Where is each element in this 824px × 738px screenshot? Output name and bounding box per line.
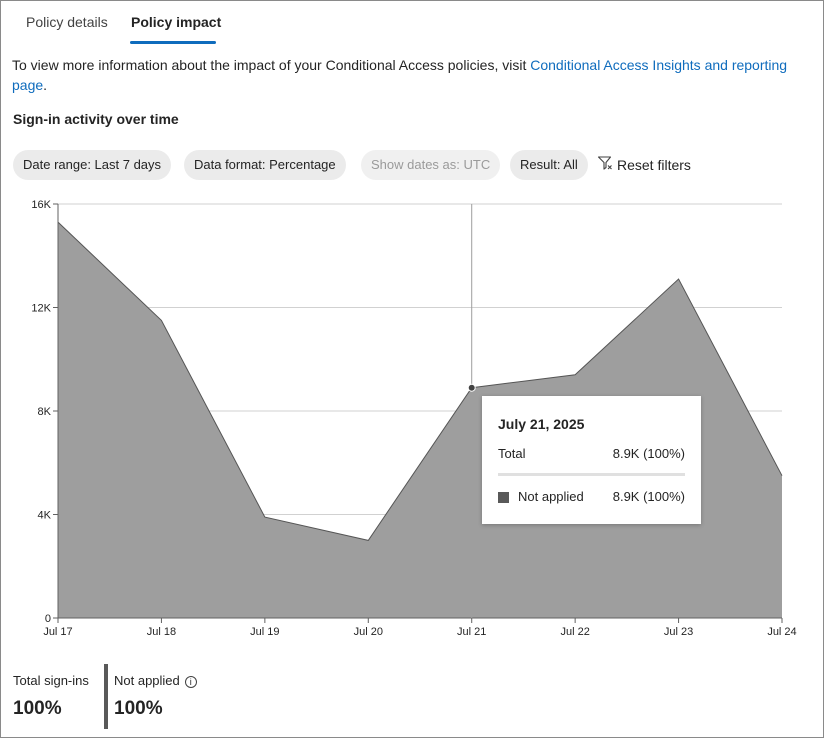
x-tick-label: Jul 21 — [457, 626, 486, 638]
tab-policy-impact[interactable]: Policy impact — [131, 14, 221, 30]
tooltip-date: July 21, 2025 — [498, 416, 585, 432]
x-tick-label: Jul 18 — [147, 626, 176, 638]
not-applied-summary: Not applied i — [114, 673, 197, 688]
x-tick-label: Jul 23 — [664, 626, 693, 638]
y-tick-label: 12K — [31, 303, 51, 315]
x-tick-label: Jul 20 — [354, 626, 383, 638]
info-text-suffix: . — [43, 77, 48, 93]
tooltip-total-value: 8.9K (100%) — [612, 446, 685, 461]
x-tick-label: Jul 19 — [250, 626, 279, 638]
chart-tooltip: July 21, 2025 Total 8.9K (100%) Not appl… — [482, 396, 701, 524]
x-tick-label: Jul 24 — [767, 626, 796, 638]
tab-bar: Policy details Policy impact — [0, 0, 824, 46]
result-filter[interactable]: Result: All — [510, 150, 588, 180]
show-dates-filter: Show dates as: UTC — [361, 150, 501, 180]
tooltip-total-row: Total 8.9K (100%) — [498, 446, 685, 461]
x-tick-label: Jul 17 — [43, 626, 72, 638]
y-tick-label: 4K — [38, 510, 52, 522]
y-tick-label: 0 — [45, 613, 51, 625]
data-format-filter[interactable]: Data format: Percentage — [184, 150, 346, 180]
info-text-body: To view more information about the impac… — [12, 57, 531, 73]
tooltip-series-row: Not applied 8.9K (100%) — [498, 489, 685, 504]
not-applied-label: Not applied — [114, 673, 180, 688]
tooltip-series-value: 8.9K (100%) — [612, 489, 685, 504]
y-tick-label: 16K — [31, 199, 51, 211]
tooltip-divider — [498, 473, 685, 476]
not-applied-legend-bar — [104, 664, 108, 729]
not-applied-value: 100% — [114, 698, 163, 719]
tab-selected-indicator — [130, 41, 216, 44]
info-icon[interactable]: i — [184, 676, 197, 688]
hover-point — [467, 383, 476, 392]
x-tick-label: Jul 22 — [560, 626, 589, 638]
reset-filters-button[interactable]: Reset filters — [597, 155, 691, 174]
tooltip-series-label: Not applied — [518, 489, 584, 504]
reset-filters-label: Reset filters — [617, 156, 691, 173]
tab-policy-details[interactable]: Policy details — [26, 14, 108, 30]
tooltip-series-swatch — [498, 492, 509, 504]
info-text: To view more information about the impac… — [12, 55, 802, 95]
date-range-filter[interactable]: Date range: Last 7 days — [13, 150, 172, 180]
y-tick-label: 8K — [38, 406, 52, 418]
total-signins-label: Total sign-ins — [13, 673, 89, 688]
filter-clear-icon — [597, 155, 617, 174]
section-title: Sign-in activity over time — [13, 111, 179, 127]
tooltip-total-label: Total — [498, 446, 526, 461]
total-signins-value: 100% — [13, 698, 62, 719]
